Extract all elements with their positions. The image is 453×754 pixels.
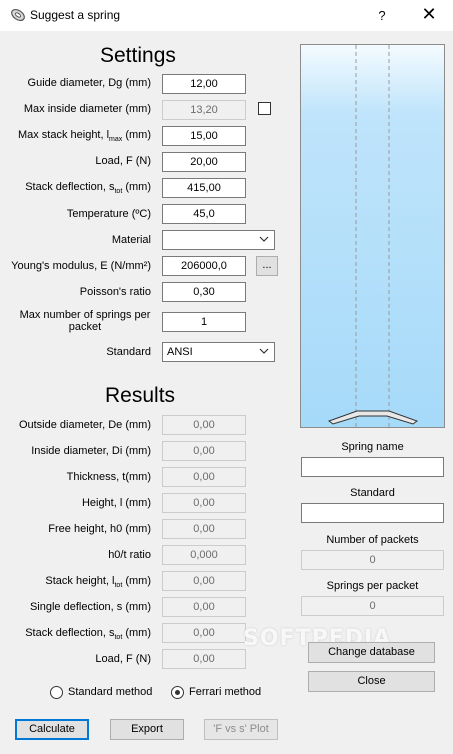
outside-diameter-label: Outside diameter, De (mm): [18, 419, 151, 431]
stack-deflection-result-label: Stack deflection, stot (mm): [25, 627, 151, 642]
spring-name-label: Spring name: [341, 441, 404, 453]
max-springs-per-packet-input[interactable]: 1: [162, 312, 246, 332]
load-input[interactable]: 20,00: [162, 152, 246, 172]
load-label: Load, F (N): [95, 155, 151, 167]
load-result-label: Load, F (N): [95, 653, 151, 665]
ferrari-method-label[interactable]: Ferrari method: [189, 686, 261, 698]
window-title: Suggest a spring: [30, 8, 121, 22]
stack-deflection-input[interactable]: 415,00: [162, 178, 246, 198]
ferrari-method-radio[interactable]: [171, 686, 184, 699]
radio-selected-dot: [175, 690, 180, 695]
stack-deflection-output: 0,00: [162, 623, 246, 643]
side-standard-output: [301, 503, 444, 523]
inside-diameter-output: 0,00: [162, 441, 246, 461]
springs-per-packet-output: 0: [301, 596, 444, 616]
max-inside-diameter-input[interactable]: 13,20: [162, 100, 246, 120]
max-springs-per-packet-label: Max number of springs per packet: [19, 309, 151, 333]
packets-label: Number of packets: [326, 534, 419, 546]
calculate-button[interactable]: Calculate: [15, 719, 89, 740]
single-deflection-output: 0,00: [162, 597, 246, 617]
temperature-input[interactable]: 45,0: [162, 204, 246, 224]
thickness-label: Thickness, t(mm): [66, 471, 151, 483]
thickness-output: 0,00: [162, 467, 246, 487]
single-deflection-label: Single deflection, s (mm): [29, 601, 151, 613]
close-window-button[interactable]: ✕: [417, 5, 441, 25]
material-label: Material: [111, 234, 151, 246]
help-button[interactable]: ?: [372, 6, 392, 26]
f-vs-s-plot-button[interactable]: 'F vs s' Plot: [204, 719, 278, 740]
inside-diameter-label: Inside diameter, Di (mm): [31, 445, 151, 457]
settings-heading: Settings: [100, 44, 176, 67]
chevron-down-icon: [259, 236, 269, 242]
guide-diameter-input[interactable]: 12,00: [162, 74, 246, 94]
results-heading: Results: [105, 384, 176, 407]
standard-method-radio[interactable]: [50, 686, 63, 699]
guide-diameter-label: Guide diameter, Dg (mm): [27, 77, 151, 89]
change-database-button[interactable]: Change database: [308, 642, 435, 663]
spring-name-output: [301, 457, 444, 477]
close-button[interactable]: Close: [308, 671, 435, 692]
max-stack-height-label: Max stack height, lmax (mm): [17, 129, 151, 144]
stack-height-result-label: Stack height, ltot (mm): [45, 575, 151, 590]
load-output: 0,00: [162, 649, 246, 669]
spring-app-icon: [11, 8, 25, 22]
standard-value: ANSI: [167, 346, 193, 358]
youngs-modulus-label: Young's modulus, E (N/mm²): [11, 260, 151, 272]
max-inside-diameter-checkbox[interactable]: [258, 102, 271, 115]
springs-per-packet-label: Springs per packet: [326, 580, 419, 592]
stack-height-output: 0,00: [162, 571, 246, 591]
title-bar: Suggest a spring ? ✕: [0, 0, 453, 31]
youngs-modulus-input[interactable]: 206000,0: [162, 256, 246, 276]
standard-method-label[interactable]: Standard method: [68, 686, 152, 698]
max-inside-diameter-label: Max inside diameter (mm): [23, 103, 151, 115]
material-select[interactable]: [162, 230, 275, 250]
spring-preview: [300, 44, 445, 428]
stack-deflection-label: Stack deflection, stot (mm): [25, 181, 151, 196]
poissons-ratio-input[interactable]: 0,30: [162, 282, 246, 302]
export-button[interactable]: Export: [110, 719, 184, 740]
spring-drawing: [327, 45, 419, 427]
height-output: 0,00: [162, 493, 246, 513]
packets-output: 0: [301, 550, 444, 570]
height-label: Height, l (mm): [81, 497, 151, 509]
poissons-ratio-label: Poisson's ratio: [79, 286, 151, 298]
free-height-label: Free height, h0 (mm): [48, 523, 151, 535]
free-height-output: 0,00: [162, 519, 246, 539]
outside-diameter-output: 0,00: [162, 415, 246, 435]
chevron-down-icon: [259, 348, 269, 354]
temperature-label: Temperature (ºC): [66, 208, 151, 220]
browse-modulus-button[interactable]: ...: [256, 256, 278, 276]
standard-select[interactable]: ANSI: [162, 342, 275, 362]
h0-t-ratio-label: h0/t ratio: [108, 549, 151, 561]
h0-t-ratio-output: 0,000: [162, 545, 246, 565]
max-stack-height-input[interactable]: 15,00: [162, 126, 246, 146]
side-standard-label: Standard: [350, 487, 395, 499]
standard-label: Standard: [106, 346, 151, 358]
